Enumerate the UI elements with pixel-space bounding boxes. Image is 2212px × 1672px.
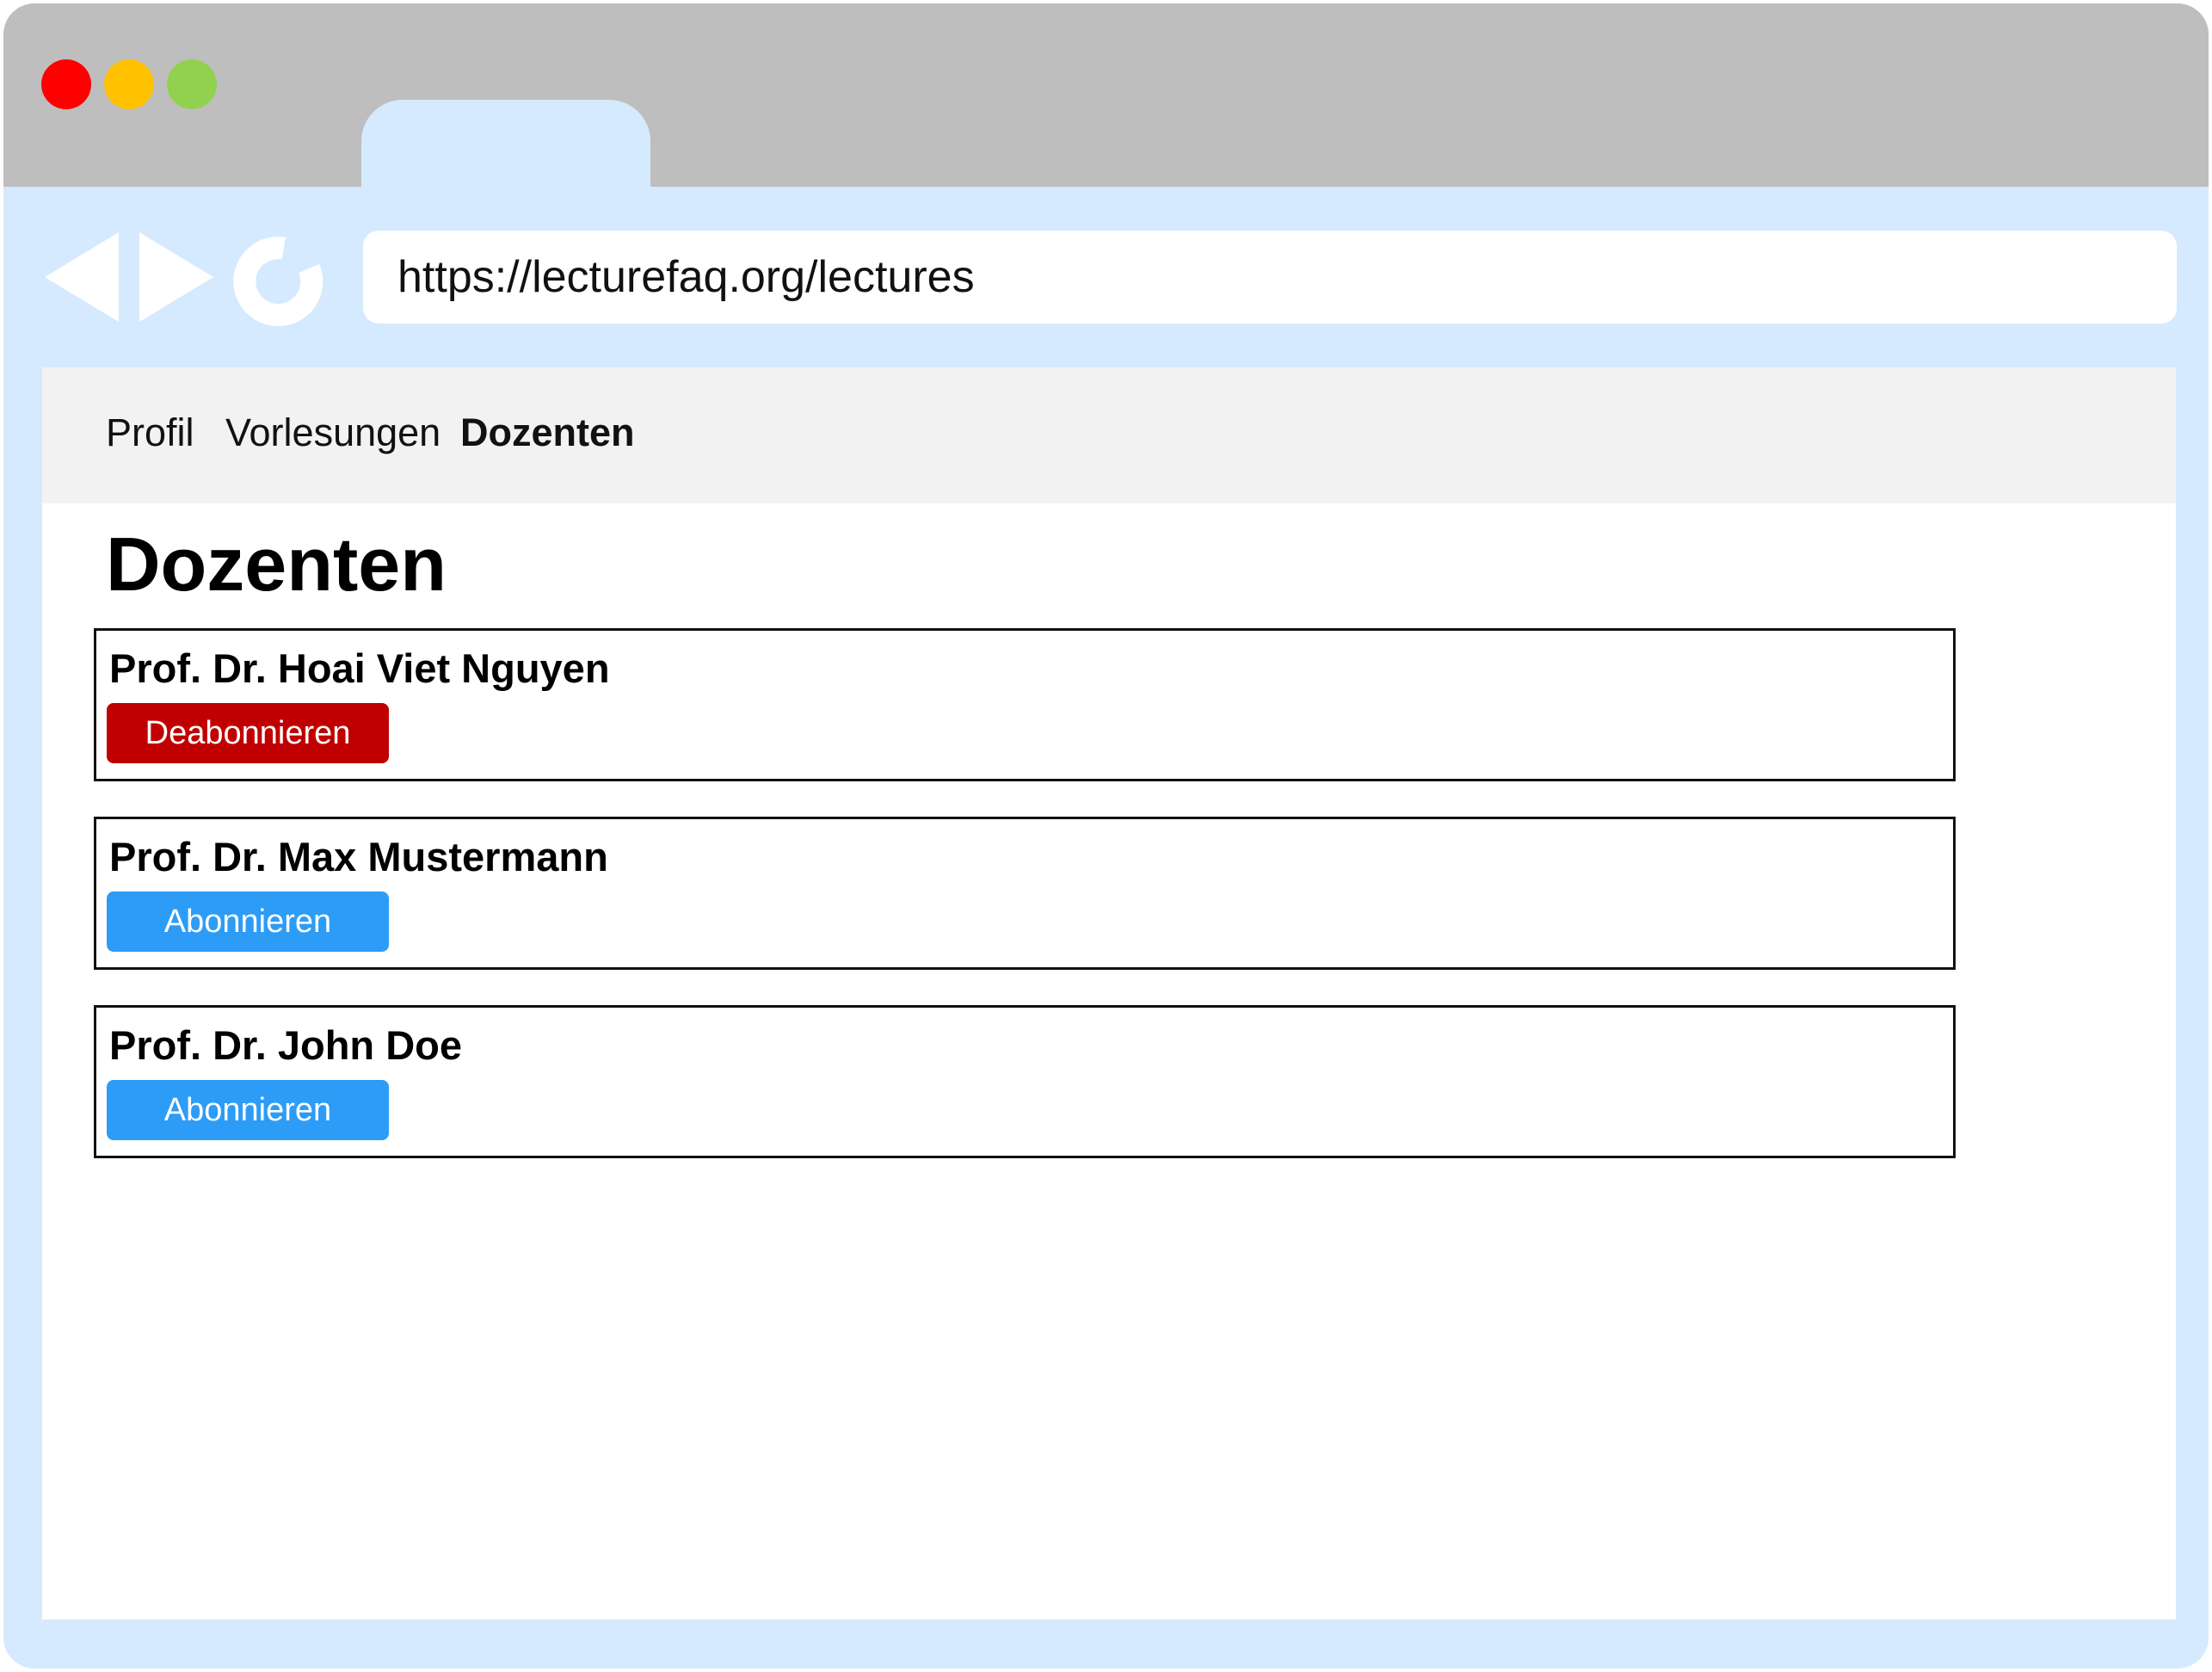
forward-arrow-icon[interactable] [139,232,213,322]
lecturer-name: Prof. Dr. John Doe [109,1022,462,1068]
lecturer-card: Prof. Dr. Max Mustermann Abonnieren [94,817,1956,970]
address-bar[interactable]: https://lecturefaq.org/lectures [363,231,2177,324]
lecturer-name: Prof. Dr. Hoai Viet Nguyen [109,645,610,691]
browser-window: https://lecturefaq.org/lectures Profil V… [3,3,2209,1669]
close-window-button[interactable] [41,59,91,109]
nav-link-profil[interactable]: Profil [106,410,194,455]
page-viewport: Profil Vorlesungen Dozenten Dozenten Pro… [42,367,2176,1620]
page-title: Dozenten [106,521,447,607]
title-bar [3,3,2209,194]
lecturer-card: Prof. Dr. John Doe Abonnieren [94,1005,1956,1158]
back-arrow-icon[interactable] [45,232,119,322]
subscribe-button[interactable]: Abonnieren [107,892,389,952]
url-text: https://lecturefaq.org/lectures [397,252,975,302]
zoom-window-button[interactable] [167,59,217,109]
nav-link-vorlesungen[interactable]: Vorlesungen [225,410,441,455]
browser-tab[interactable] [361,100,650,194]
top-navigation: Profil Vorlesungen Dozenten [42,367,2176,503]
subscribe-button[interactable]: Abonnieren [107,1080,389,1140]
unsubscribe-button[interactable]: Deabonnieren [107,703,389,763]
minimize-window-button[interactable] [104,59,154,109]
nav-link-dozenten[interactable]: Dozenten [460,410,635,455]
lecturer-name: Prof. Dr. Max Mustermann [109,834,608,879]
lecturer-card: Prof. Dr. Hoai Viet Nguyen Deabonnieren [94,628,1956,781]
reload-icon[interactable] [232,236,323,327]
